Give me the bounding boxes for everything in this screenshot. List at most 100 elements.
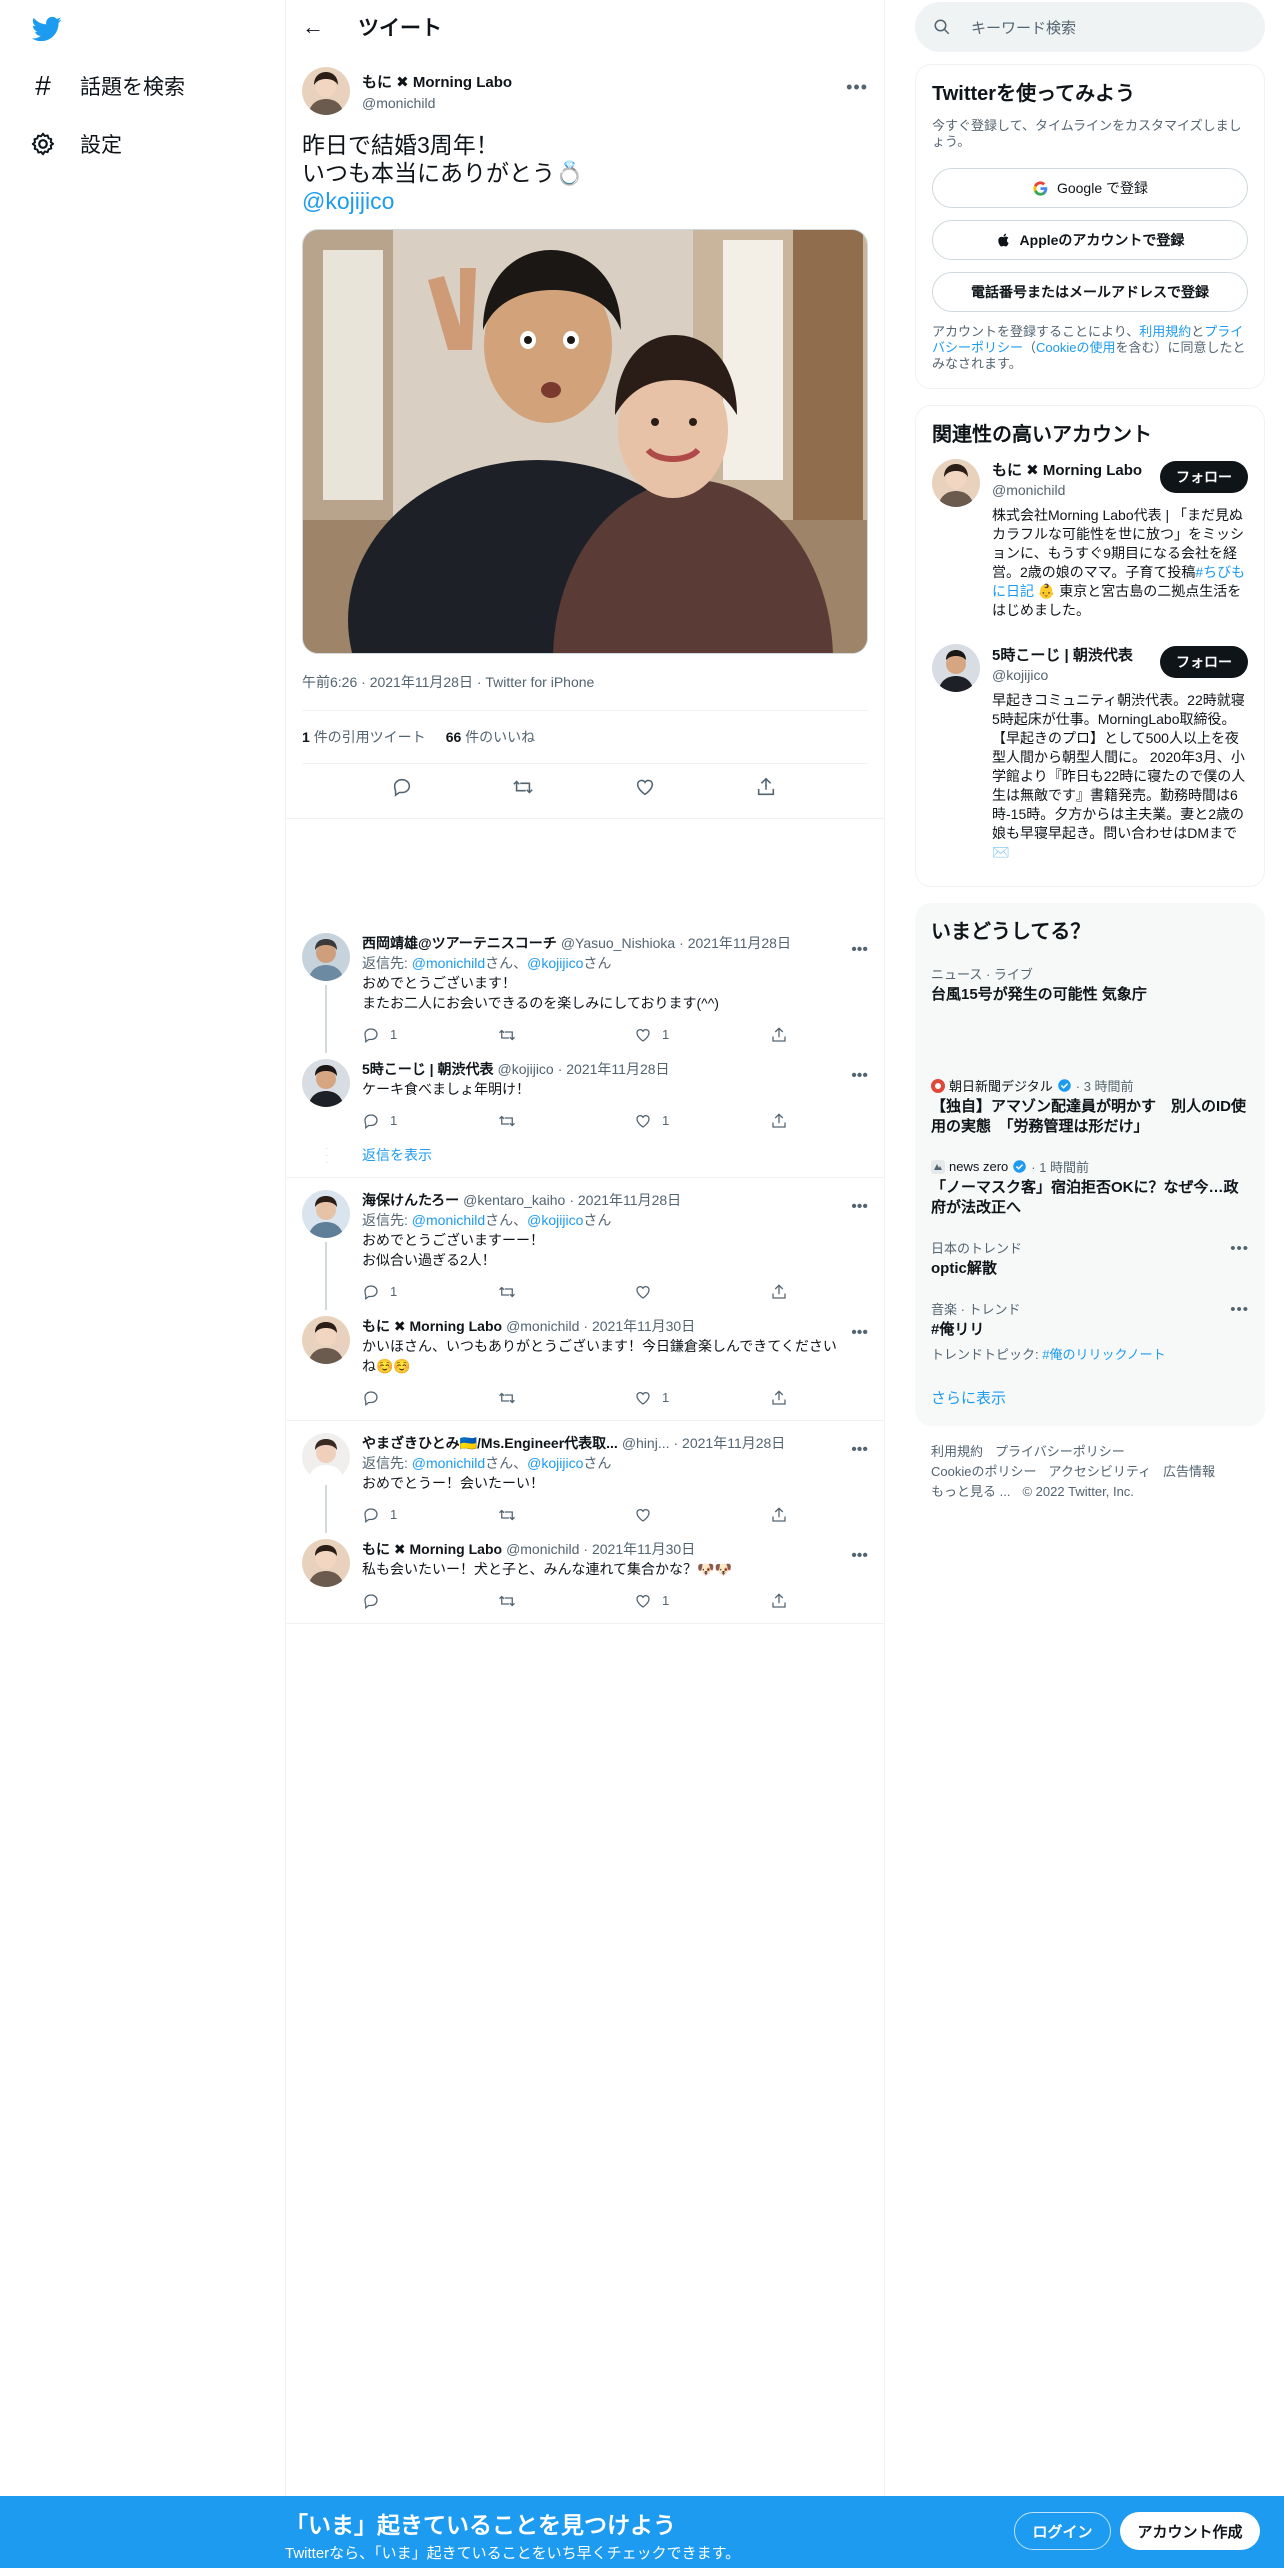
more-options-icon[interactable]: ••• [1230,1301,1249,1318]
author-handle[interactable]: @monichild [362,95,512,111]
like-button[interactable] [634,1283,770,1301]
more-options-icon[interactable]: ••• [851,1441,868,1459]
likes-stat[interactable]: 66 件のいいね [446,727,535,747]
footer-link[interactable]: Cookieのポリシー [931,1464,1036,1479]
reply-author-handle[interactable]: @hinj... [622,1433,670,1453]
retweet-icon[interactable] [512,776,536,800]
retweet-button[interactable] [498,1592,634,1610]
avatar[interactable] [932,644,980,692]
reply-author-name[interactable]: やまざきひとみ🇺🇦/Ms.Engineer代表取... [362,1433,618,1453]
reply-date[interactable]: · 2021年11月30日 [583,1316,695,1336]
trend-topic-link[interactable]: #俺のリリックノート [1042,1347,1165,1362]
retweet-button[interactable] [498,1283,634,1301]
footer-link[interactable]: 広告情報 [1163,1464,1215,1479]
like-icon[interactable] [634,776,658,800]
footer-link[interactable]: プライバシーポリシー [995,1444,1125,1459]
author-name[interactable]: もに ✖︎ Morning Labo [362,71,512,92]
reply-author-handle[interactable]: @monichild [506,1316,579,1336]
terms-link[interactable]: 利用規約 [1139,324,1191,339]
trend-item[interactable]: ニュース · ライブ 台風15号が発生の可能性 気象庁 [915,954,1265,1066]
reply-button[interactable] [362,1592,498,1610]
search-input[interactable]: キーワード検索 [915,2,1265,52]
more-options-icon[interactable]: ••• [1230,1240,1249,1257]
trend-item[interactable]: news zero · 1 時間前 「ノーマスク客」宿泊拒否OKに？なぜ今…政府… [915,1147,1265,1228]
mention-link[interactable]: @monichild [412,955,485,971]
mention-link[interactable]: @kojijico [527,955,583,971]
like-button[interactable]: 1 [634,1591,770,1611]
reply-author-name[interactable]: もに ✖︎ Morning Labo [362,1539,502,1559]
share-button[interactable] [770,1026,906,1044]
share-button[interactable] [770,1592,906,1610]
reply-author-handle[interactable]: @monichild [506,1539,579,1559]
reply-author-name[interactable]: 5時こーじ | 朝渋代表 [362,1059,493,1079]
follow-button[interactable]: フォロー [1160,461,1248,493]
cookie-link[interactable]: Cookieの使用 [1036,340,1115,355]
avatar[interactable] [302,933,350,981]
avatar[interactable] [302,1539,350,1587]
reply-button[interactable]: 1 [362,1505,498,1525]
show-replies-link[interactable]: · · · 返信を表示 [286,1139,884,1173]
share-button[interactable] [770,1283,906,1301]
reply-author-handle[interactable]: @kojijico [497,1059,553,1079]
avatar[interactable] [302,1433,350,1481]
reply-date[interactable]: · 2021年11月28日 [674,1433,786,1453]
show-more-link[interactable]: さらに表示 [915,1373,1265,1414]
reply-icon[interactable] [391,776,415,800]
reply-tweet[interactable]: 海保けんたろー @kentaro_kaiho · 2021年11月28日 返信先… [286,1190,884,1310]
nav-explore[interactable]: # 話題を検索 [28,58,185,114]
more-options-icon[interactable]: ••• [851,1067,868,1085]
tweet-timestamp[interactable]: 午前6:26 · 2021年11月28日 · Twitter for iPhon… [302,672,868,692]
reply-date[interactable]: · 2021年11月30日 [583,1539,695,1559]
retweet-button[interactable] [498,1112,634,1130]
like-button[interactable]: 1 [634,1388,770,1408]
avatar[interactable] [302,1190,350,1238]
trend-item[interactable]: 音楽 · トレンド #俺リリ トレンドトピック: #俺のリリックノート ••• [915,1289,1265,1373]
reply-author-handle[interactable]: @kentaro_kaiho [463,1190,565,1210]
avatar[interactable] [302,1059,350,1107]
account-item[interactable]: 5時こーじ | 朝渋代表 @kojijico 早起きコミュニティ朝渋代表。22時… [916,632,1264,874]
apple-signup-button[interactable]: Appleのアカウントで登録 [932,220,1248,260]
reply-date[interactable]: · 2021年11月28日 [558,1059,670,1079]
reply-author-name[interactable]: 西岡靖雄@ツアーテニスコーチ [362,933,557,953]
like-button[interactable] [634,1506,770,1524]
reply-button[interactable]: 1 [362,1282,498,1302]
signup-button[interactable]: アカウント作成 [1120,2512,1260,2550]
share-button[interactable] [770,1112,906,1130]
back-arrow-icon[interactable]: ← [302,14,324,40]
footer-more[interactable]: もっと見る ... [931,1484,1010,1499]
quote-tweets-stat[interactable]: 1 件の引用ツイート [302,727,426,747]
share-icon[interactable] [755,776,779,800]
reply-author-handle[interactable]: @Yasuo_Nishioka [561,933,675,953]
retweet-button[interactable] [498,1506,634,1524]
login-button[interactable]: ログイン [1014,2512,1111,2550]
reply-author-name[interactable]: もに ✖︎ Morning Labo [362,1316,502,1336]
mention-link[interactable]: @kojijico [527,1212,583,1228]
avatar[interactable] [302,1316,350,1364]
reply-button[interactable]: 1 [362,1111,498,1131]
reply-button[interactable]: 1 [362,1025,498,1045]
more-options-icon[interactable]: ••• [851,1324,868,1342]
retweet-button[interactable] [498,1389,634,1407]
reply-tweet[interactable]: 西岡靖雄@ツアーテニスコーチ @Yasuo_Nishioka · 2021年11… [286,933,884,1053]
retweet-button[interactable] [498,1026,634,1044]
avatar[interactable] [932,459,980,507]
mention-link[interactable]: @monichild [412,1455,485,1471]
footer-link[interactable]: 利用規約 [931,1444,983,1459]
more-options-icon[interactable]: ••• [851,1198,868,1216]
share-button[interactable] [770,1506,906,1524]
more-options-icon[interactable]: ••• [851,1547,868,1565]
more-options-icon[interactable]: ••• [846,77,868,98]
like-button[interactable]: 1 [634,1025,770,1045]
tweet-photo[interactable] [302,229,868,654]
reply-tweet[interactable]: もに ✖︎ Morning Labo @monichild · 2021年11月… [286,1316,884,1416]
reply-author-name[interactable]: 海保けんたろー [362,1190,459,1210]
share-button[interactable] [770,1389,906,1407]
follow-button[interactable]: フォロー [1160,646,1248,678]
like-button[interactable]: 1 [634,1111,770,1131]
trend-item[interactable]: 朝日新聞デジタル · 3 時間前 【独自】アマゾン配達員が明かす 別人のID使用… [915,1066,1265,1147]
reply-tweet[interactable]: 5時こーじ | 朝渋代表 @kojijico · 2021年11月28日 ケーキ… [286,1059,884,1139]
account-item[interactable]: もに ✖︎ Morning Labo @monichild 株式会社Mornin… [916,447,1264,632]
footer-link[interactable]: アクセシビリティ [1048,1464,1151,1479]
mention-link[interactable]: @monichild [412,1212,485,1228]
reply-tweet[interactable]: やまざきひとみ🇺🇦/Ms.Engineer代表取... @hinj... · 2… [286,1433,884,1533]
